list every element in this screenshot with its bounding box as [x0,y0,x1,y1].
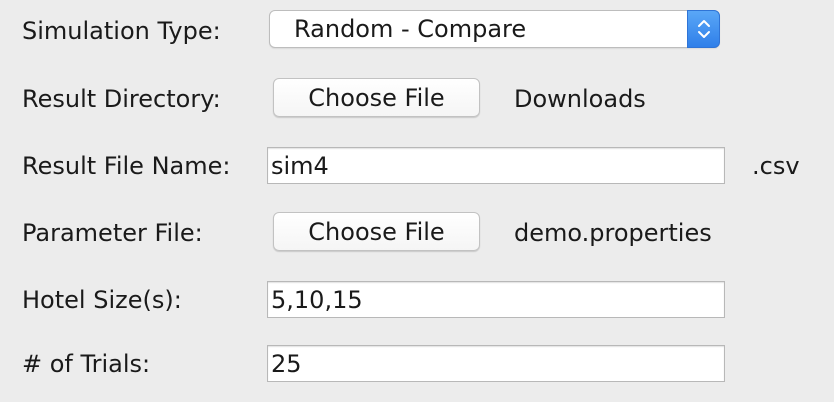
result-file-extension: .csv [752,152,800,180]
trials-input[interactable] [267,345,725,382]
simulation-type-value: Random - Compare [294,15,527,43]
parameter-file-label: Parameter File: [22,219,203,247]
result-file-name-input[interactable] [267,147,725,184]
hotel-sizes-label: Hotel Size(s): [22,286,182,314]
hotel-sizes-input[interactable] [267,281,725,318]
result-directory-value: Downloads [514,85,646,113]
parameter-file-value: demo.properties [514,219,712,247]
result-file-name-label: Result File Name: [22,152,231,180]
choose-result-directory-button[interactable]: Choose File [273,78,480,117]
simulation-type-select[interactable]: Random - Compare [269,10,720,48]
chevron-up-down-icon[interactable] [687,10,720,48]
choose-parameter-file-button[interactable]: Choose File [273,212,480,251]
simulation-type-label: Simulation Type: [22,17,221,45]
result-directory-label: Result Directory: [22,85,221,113]
trials-label: # of Trials: [22,350,151,378]
